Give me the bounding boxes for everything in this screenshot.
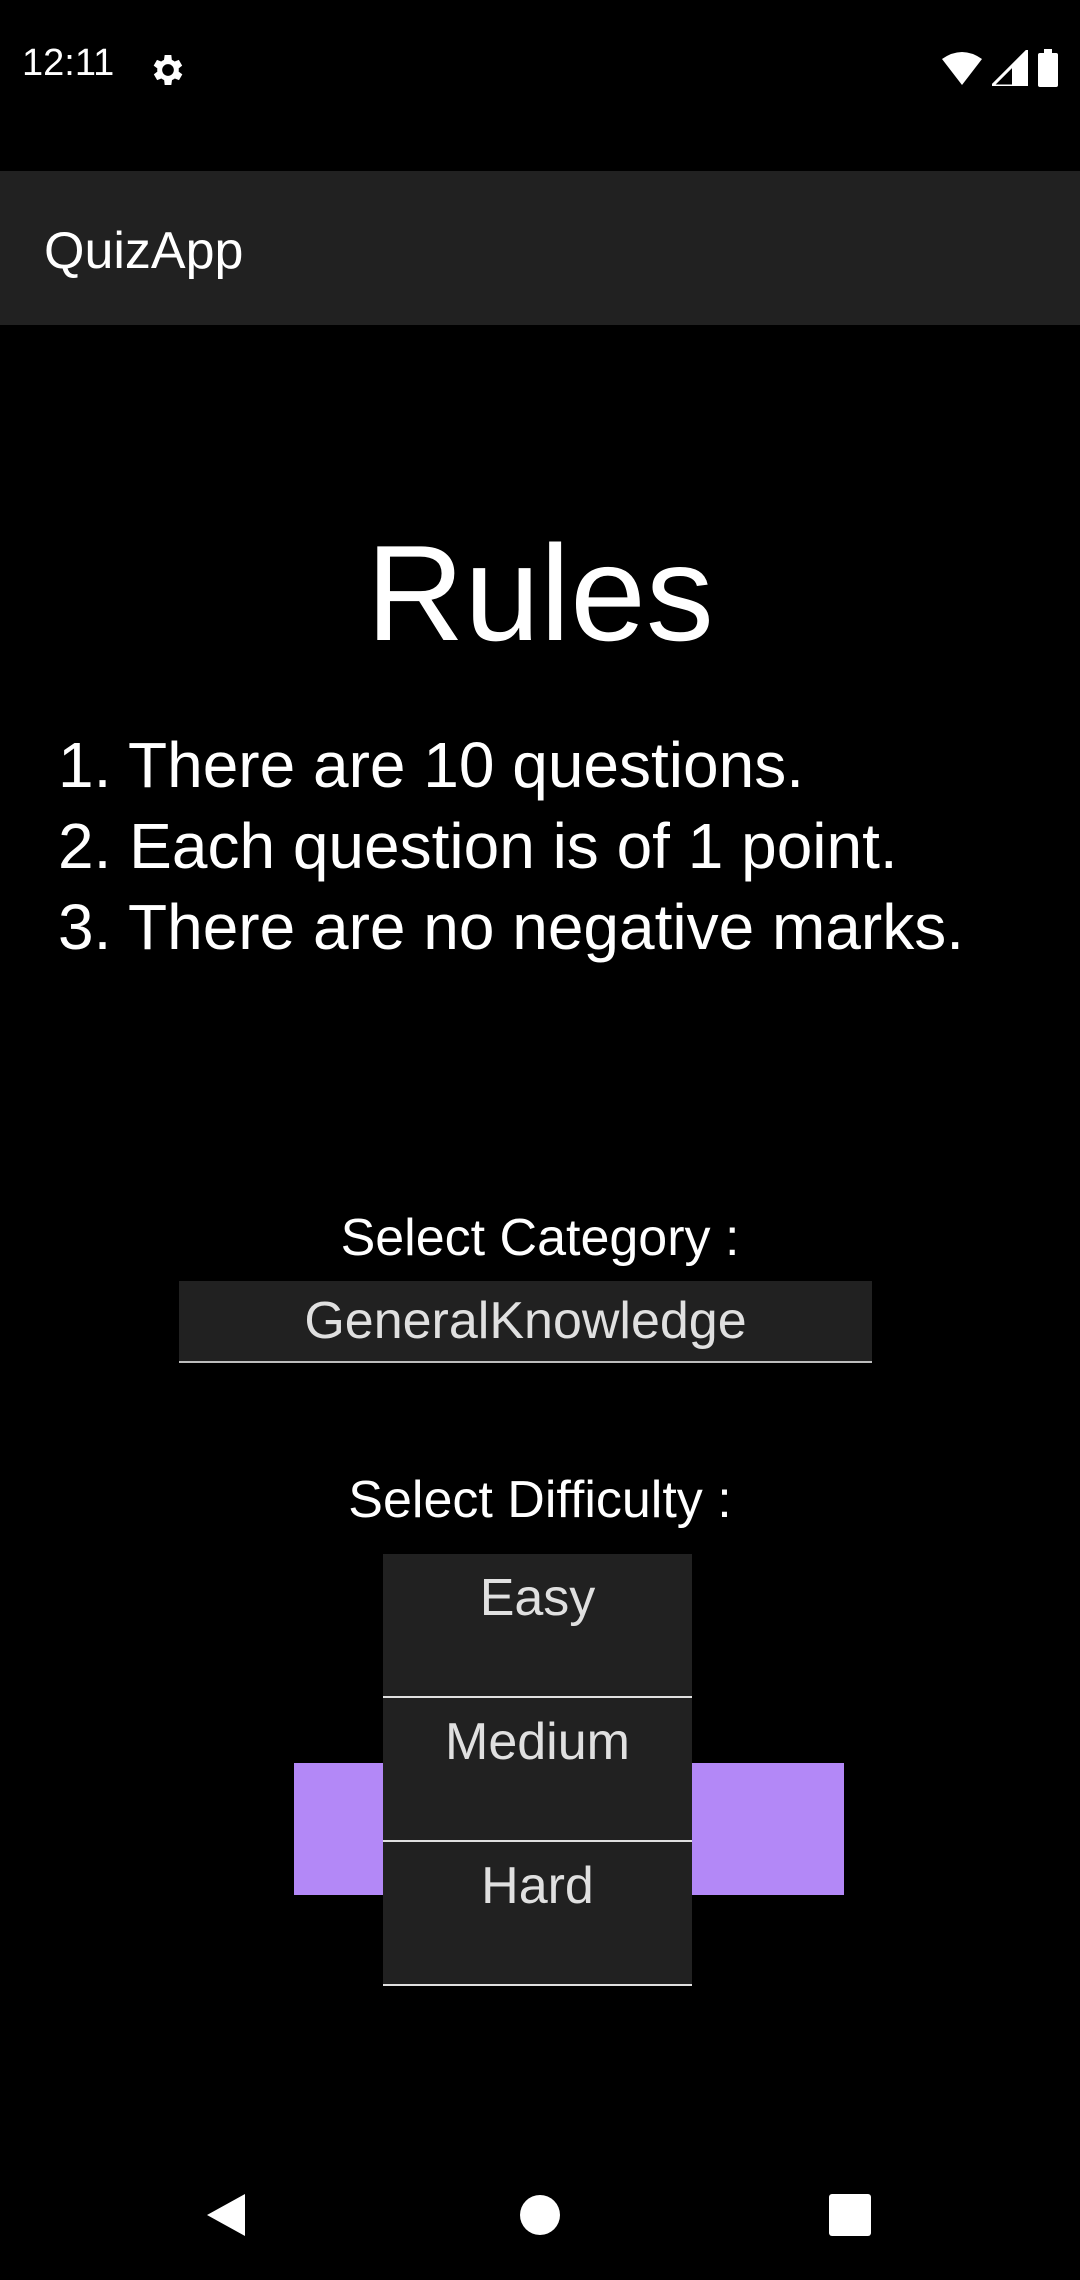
rule-item: 2. Each question is of 1 point. [58, 810, 898, 882]
status-bar: 12:11 [0, 0, 1080, 135]
recents-icon[interactable] [829, 2194, 871, 2236]
difficulty-option-label: Easy [479, 1569, 596, 1627]
app-title: QuizApp [44, 222, 244, 280]
battery-icon [1038, 49, 1058, 87]
difficulty-dropdown-list: Easy Medium Hard [383, 1554, 692, 1986]
start-button-right-edge[interactable] [682, 1763, 844, 1895]
difficulty-option-label: Medium [445, 1713, 630, 1771]
category-value: GeneralKnowledge [304, 1292, 747, 1350]
start-button-left-edge[interactable] [294, 1763, 394, 1895]
difficulty-option-medium[interactable]: Medium [383, 1698, 692, 1842]
category-spinner[interactable]: GeneralKnowledge [179, 1281, 872, 1363]
rules-list: 1. There are 10 questions. 2. Each quest… [58, 725, 964, 968]
cellular-signal-icon [992, 50, 1028, 86]
wifi-icon [942, 52, 982, 85]
rules-title: Rules [366, 517, 714, 669]
difficulty-option-label: Hard [481, 1857, 594, 1915]
app-bar: QuizApp [0, 171, 1080, 325]
navigation-bar [0, 2140, 1080, 2280]
difficulty-option-hard[interactable]: Hard [383, 1842, 692, 1986]
category-label: Select Category : [340, 1209, 740, 1267]
status-time: 12:11 [22, 42, 115, 84]
home-icon[interactable] [519, 2194, 561, 2236]
back-icon[interactable] [205, 2192, 247, 2238]
settings-icon [153, 55, 183, 85]
rule-item: 1. There are 10 questions. [58, 729, 804, 801]
difficulty-option-easy[interactable]: Easy [383, 1554, 692, 1698]
difficulty-label: Select Difficulty : [348, 1471, 732, 1529]
rule-item: 3. There are no negative marks. [58, 891, 964, 963]
